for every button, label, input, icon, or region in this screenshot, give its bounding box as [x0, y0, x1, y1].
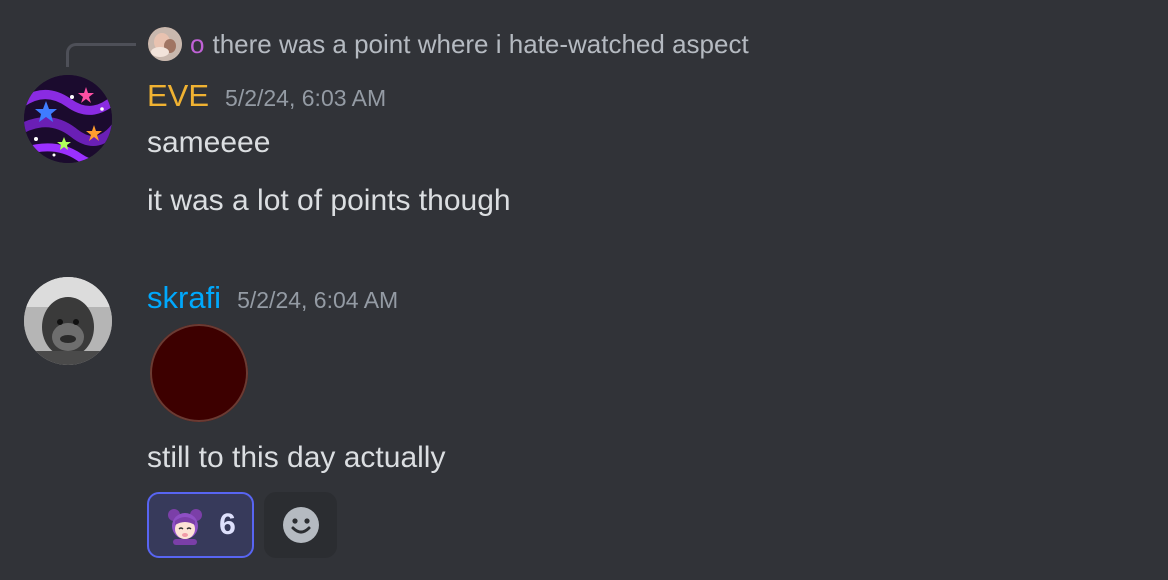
avatar-skrafi[interactable]	[24, 277, 112, 365]
message-header-eve: EVE 5/2/24, 6:03 AM	[147, 78, 386, 114]
image-attachment[interactable]	[150, 324, 248, 422]
smiley-face-icon	[282, 507, 319, 543]
reply-text[interactable]: there was a point where i hate-watched a…	[212, 29, 748, 60]
reply-spine	[66, 43, 136, 67]
message-text: still to this day actually	[147, 441, 446, 474]
timestamp-skrafi[interactable]: 5/2/24, 6:04 AM	[237, 287, 398, 314]
message-text: it was a lot of points though	[147, 184, 511, 217]
reaction-button[interactable]: 6	[147, 492, 254, 558]
message-text: sameeee	[147, 126, 271, 159]
timestamp-eve[interactable]: 5/2/24, 6:03 AM	[225, 85, 386, 112]
add-reaction-button[interactable]	[264, 492, 337, 558]
reaction-count: 6	[219, 508, 236, 541]
message-header-skrafi: skrafi 5/2/24, 6:04 AM	[147, 280, 398, 316]
username-skrafi[interactable]: skrafi	[147, 280, 221, 316]
anime-girl-emoji-icon	[168, 509, 203, 545]
reply-preview[interactable]: o there was a point where i hate-watched…	[148, 26, 749, 62]
avatar-eve[interactable]	[24, 75, 112, 163]
reply-avatar[interactable]	[148, 27, 182, 61]
username-eve[interactable]: EVE	[147, 78, 209, 114]
chat-window: o there was a point where i hate-watched…	[0, 0, 1168, 580]
reply-author[interactable]: o	[190, 29, 204, 60]
